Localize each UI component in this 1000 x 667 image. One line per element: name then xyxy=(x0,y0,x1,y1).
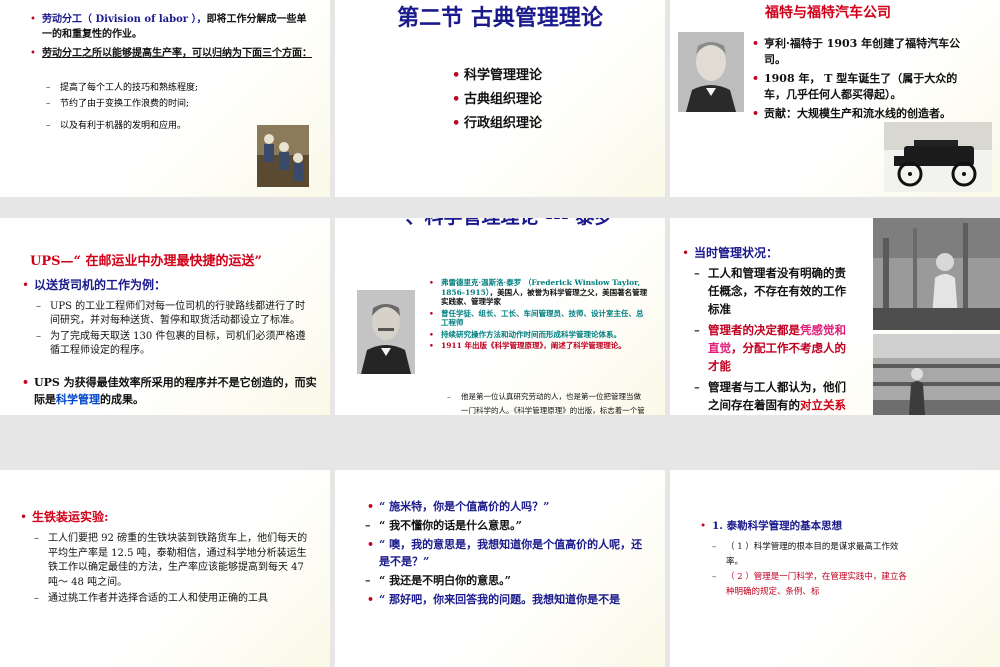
bullet-model-t: 1908 年， T 型车诞生了（属于大众的车，几乎任何人都买得起）。 xyxy=(750,71,965,103)
slide-classical-theory[interactable]: 第二节 古典管理理论 科学管理理论 古典组织理论 行政组织理论 xyxy=(335,0,665,197)
assembly-line-photo-icon xyxy=(257,125,309,187)
list-item-organization: 古典组织理论 xyxy=(450,88,542,112)
bullet-publication: 1911 年出版《科学管理原理》，阐述了科学管理理论。 xyxy=(427,341,649,351)
highlight-scientific-management: 科学管理 xyxy=(56,393,100,406)
dash-item-machine: 以及有利于机器的发明和应用。 xyxy=(46,118,276,134)
bullet-text: 以送货司机的工作为例： xyxy=(34,278,167,292)
bullet-basic-ideas: 1. 泰勒科学管理的基本思想 xyxy=(698,518,978,534)
list-item-administrative: 行政组织理论 xyxy=(450,112,542,136)
dash-text: 管理者的决定都是 xyxy=(708,323,800,337)
bullet-text: 1. 泰勒科学管理的基本思想 xyxy=(712,520,843,532)
child-worker-photo-icon xyxy=(873,218,1000,330)
slide-ups[interactable]: UPS—“ 在邮运业中办理最快捷的运送” 以送货司机的工作为例： UPS 的工业… xyxy=(0,218,330,415)
slide-taylor-ideas[interactable]: 1. 泰勒科学管理的基本思想 （ 1 ）科学管理的根本目的是谋求最高工作效率。 … xyxy=(670,470,1000,667)
dash-item-opposition: 管理者与工人都认为，他们之间存在着固有的对立关系 xyxy=(694,378,854,414)
bullet-efficiency: UPS 为获得最佳效率所采用的程序并不是它创造的，而实际是科学管理的成果。 xyxy=(20,374,318,408)
bullet-text-end: 的成果。 xyxy=(100,393,144,406)
slide-pig-iron[interactable]: 生铁装运实验: 工人们要把 92 磅重的生铁块装到铁路货车上，他们每天的平均生产… xyxy=(0,470,330,667)
model-t-car-icon xyxy=(884,122,992,192)
bullet-career: 曾任学徒、组长、工长、车间管理员、技师、设计室主任、总工程师 xyxy=(427,309,649,328)
taylor-portrait-icon xyxy=(357,290,415,374)
dash-item-first-study: 他是第一位认真研究劳动的人，也是第一位把管理当做一门科学的人。《科学管理原理》的… xyxy=(447,390,647,415)
dash-answer-1: “ 我不懂你的话是什么意思。” xyxy=(365,517,653,534)
bullet-example: 以送货司机的工作为例： xyxy=(20,276,315,294)
bullet-taylor-name: 弗雷德里克·温斯洛·泰罗 （Frederick Winslow Taylor, … xyxy=(427,278,649,307)
slide-title: 当时管理状况： xyxy=(694,246,779,260)
bullet-division-of-labor: 劳动分工（ Division of labor ），即将工作分解成一些单一的和重… xyxy=(28,12,313,42)
slide-title: 福特与福特汽车公司 xyxy=(765,5,891,21)
slide-division-of-labor[interactable]: 劳动分工（ Division of labor ），即将工作分解成一些单一的和重… xyxy=(0,0,330,197)
henry-ford-portrait-icon xyxy=(678,32,744,112)
dash-item-selection: 通过挑工作者并选择合适的工人和使用正确的工具 xyxy=(34,592,316,607)
dash-item-experiment: 工人们要把 92 磅重的生铁块装到铁路货车上，他们每天的平均生产率是 12.5 … xyxy=(34,532,316,590)
dash-item-science: （ 2 ）管理是一门科学，在管理实践中，建立各种明确的规定、条例、标 xyxy=(712,570,912,599)
slide-title: 第二节 古典管理理论 xyxy=(397,6,603,31)
slide-title: 生铁装运实验: xyxy=(32,510,109,524)
bullet-term: 劳动分工（ Division of labor ）， xyxy=(42,14,207,25)
bullet-pig-iron: 生铁装运实验: xyxy=(18,508,318,526)
dash-item-time-study: UPS 的工业工程师们对每一位司机的行驶路线都进行了时间研究，并对每种送货、暂停… xyxy=(36,300,314,328)
dash-item-responsibility: 工人和管理者没有明确的责任概念，不存在有效的工作标准 xyxy=(694,264,854,318)
slide-title: UPS—“ 在邮运业中办理最快捷的运送” xyxy=(30,254,262,269)
slide-title: 一、科学管理理论 --- 泰罗 xyxy=(335,218,665,228)
slide-management-status[interactable]: 当时管理状况： 工人和管理者没有明确的责任概念，不存在有效的工作标准 管理者的决… xyxy=(670,218,1000,415)
dash-item-goal: （ 1 ）科学管理的根本目的是谋求最高工作效率。 xyxy=(712,540,912,569)
list-item-scientific: 科学管理理论 xyxy=(450,64,542,88)
bullet-status: 当时管理状况： xyxy=(680,244,870,262)
dash-item-time: 节约了由于变换工作浪费的时间; xyxy=(46,96,276,112)
bullet-contribution: 贡献：大规模生产和流水线的创造者。 xyxy=(750,106,965,122)
bullet-founded: 亨利·福特于 1903 年创建了福特汽车公司。 xyxy=(750,36,965,68)
dash-answer-2: “ 我还是不明白你的意思。” xyxy=(365,572,653,589)
bullet-question-1: “ 施米特，你是个值高价的人吗？” xyxy=(365,498,653,515)
textile-mill-photo-icon xyxy=(873,334,1000,415)
slide-schmidt-dialogue[interactable]: “ 施米特，你是个值高价的人吗？” “ 我不懂你的话是什么意思。” “ 噢，我的… xyxy=(335,470,665,667)
bullet-research: 持续研究操作方法和动作时间而形成科学管理论体系。 xyxy=(427,330,649,340)
bullet-text: 劳动分工之所以能够提高生产率，可以归纳为下面三个方面： xyxy=(42,48,312,59)
dash-item-skill: 提高了每个工人的技巧和熟练程度; xyxy=(46,80,276,96)
dash-item-packages: 为了完成每天取送 130 件包裹的目标，司机们必须严格遵循工程师设定的程序。 xyxy=(36,330,314,358)
highlight-opposition: 对立关系 xyxy=(800,398,846,412)
slide-taylor[interactable]: 一、科学管理理论 --- 泰罗 弗雷德里克·温斯洛·泰罗 （Frederick … xyxy=(335,218,665,415)
bullet-question-2: “ 噢，我的意思是，我想知道你是个值高价的人呢，还是不是？” xyxy=(365,536,653,570)
bullet-productivity: 劳动分工之所以能够提高生产率，可以归纳为下面三个方面： xyxy=(28,46,313,61)
slide-ford[interactable]: 福特与福特汽车公司 亨利·福特于 1903 年创建了福特汽车公司。 1908 年… xyxy=(670,0,1000,197)
dash-item-decisions: 管理者的决定都是凭感觉和直觉，分配工作不考虑人的才能 xyxy=(694,321,854,375)
